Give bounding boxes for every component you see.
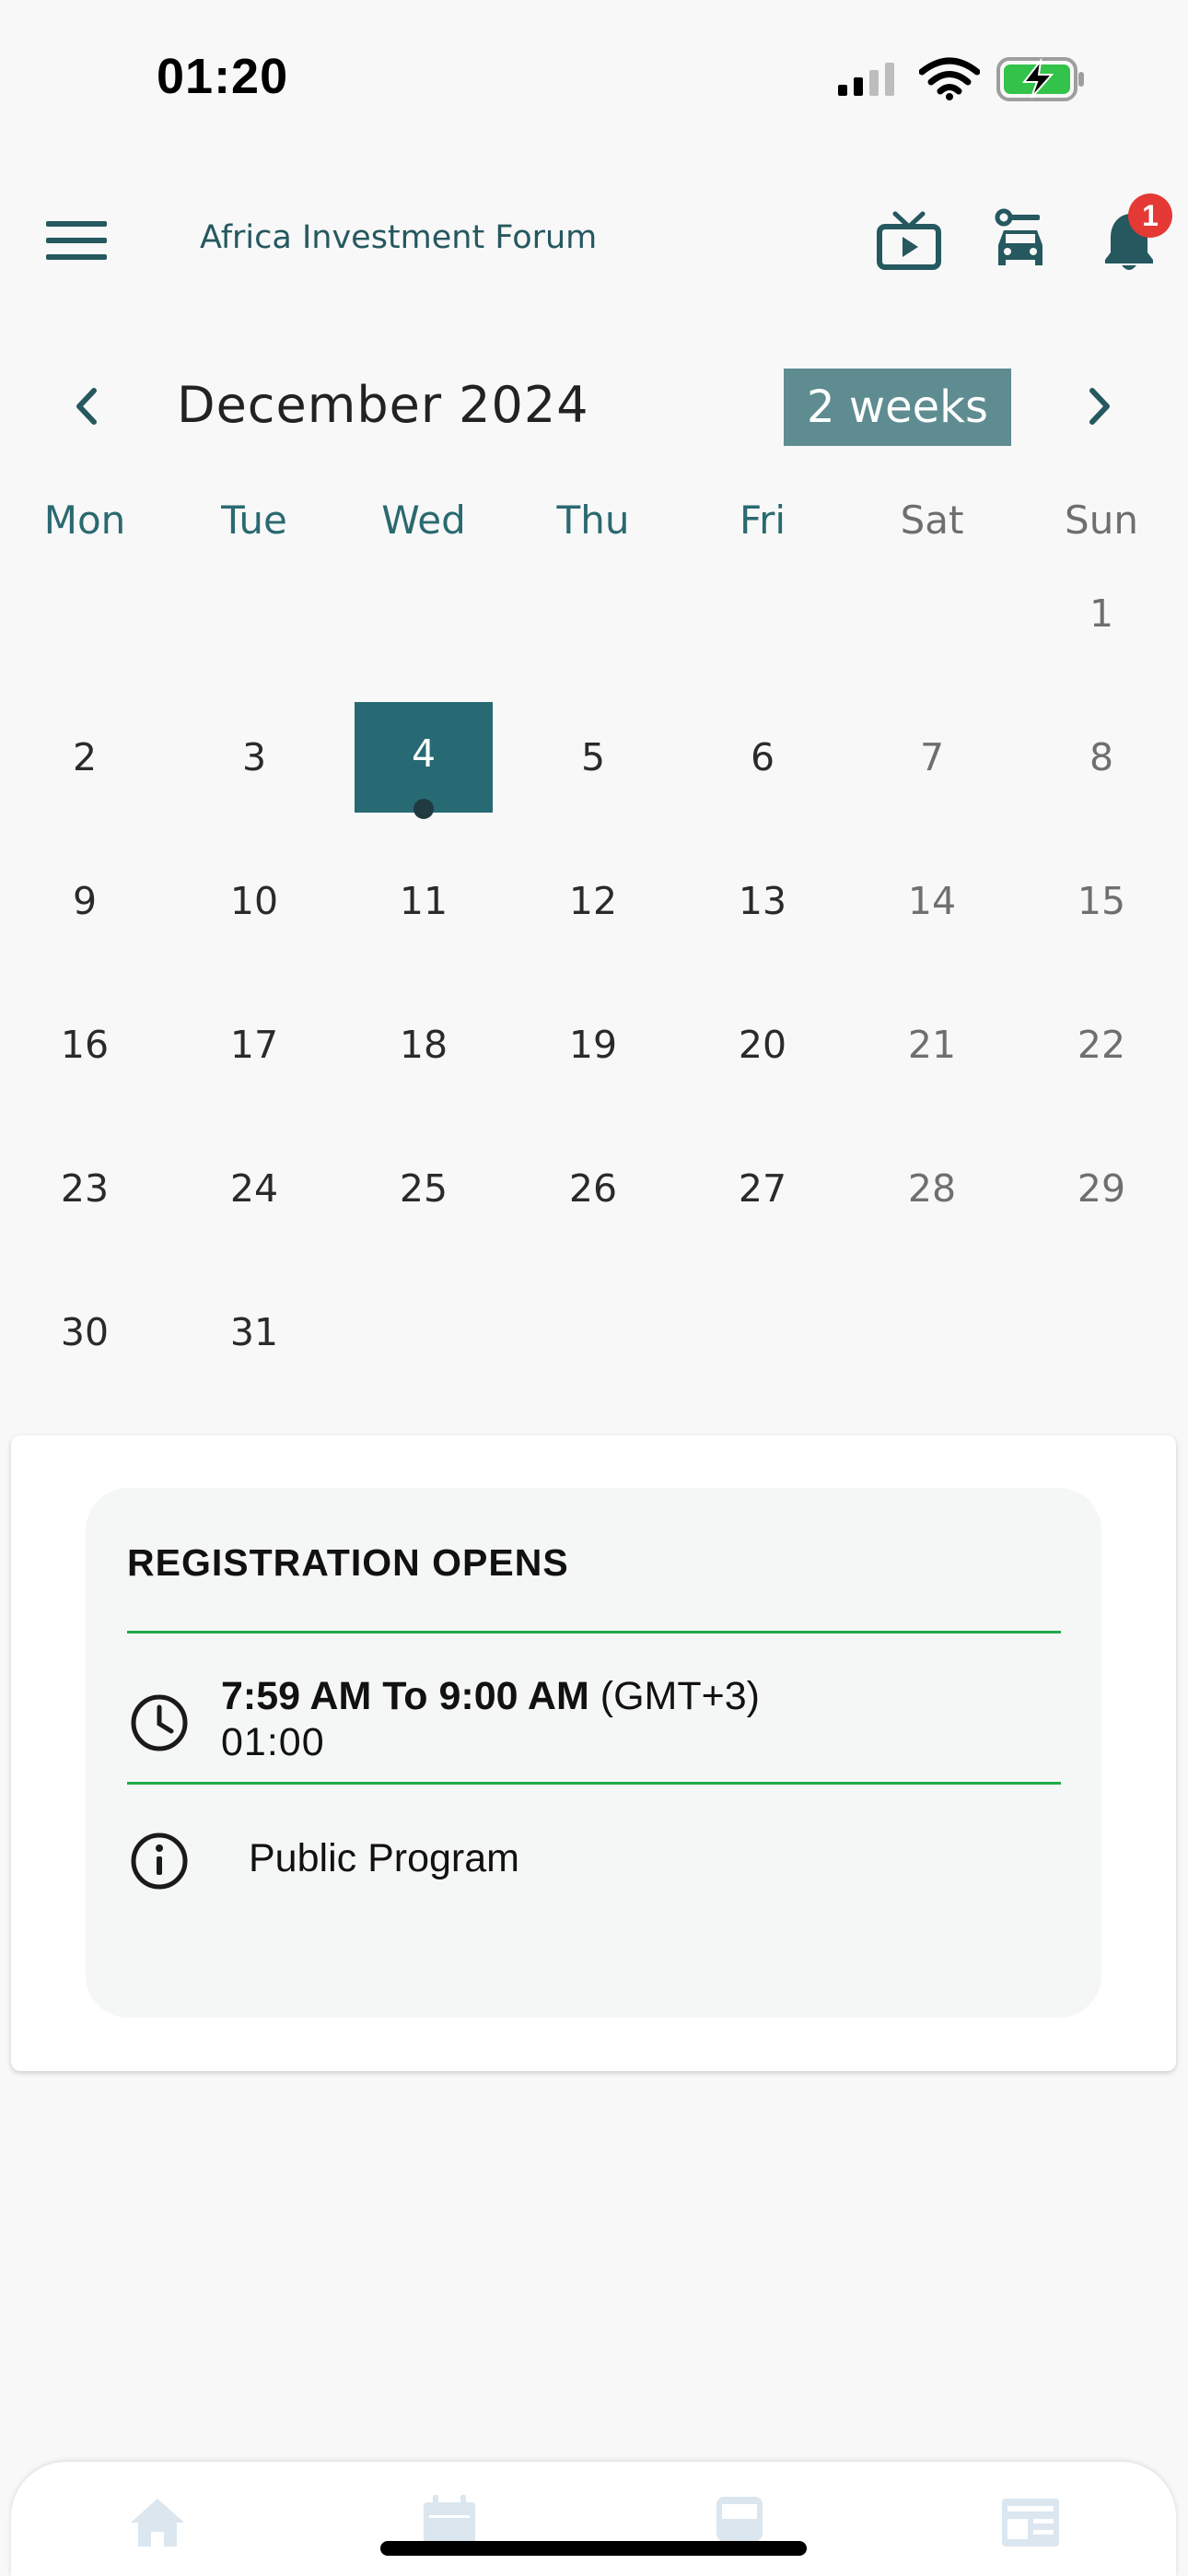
battery-charging-icon	[996, 57, 1087, 105]
nav-news-icon[interactable]	[1000, 2497, 1061, 2552]
calendar-day[interactable]: 13	[693, 846, 832, 956]
calendar-day[interactable]: 14	[863, 846, 1001, 956]
calendar-day[interactable]: 30	[16, 1277, 154, 1388]
calendar-day-label: 4	[411, 732, 437, 776]
calendar-day-label: 13	[738, 879, 787, 923]
next-month-icon[interactable]	[1085, 385, 1114, 431]
calendar-day[interactable]: 18	[355, 989, 493, 1100]
calendar-day[interactable]: 17	[185, 989, 323, 1100]
calendar-day-label: 6	[750, 735, 775, 779]
calendar-day-label: 24	[229, 1166, 279, 1211]
previous-month-icon[interactable]	[72, 385, 101, 431]
event-timezone: (GMT+3)	[600, 1674, 760, 1718]
calendar-day-label: 26	[568, 1166, 618, 1211]
calendar-day[interactable]: 5	[524, 702, 662, 813]
calendar-day[interactable]: 27	[693, 1133, 832, 1244]
weekday-label: Fri	[739, 498, 786, 543]
calendar-day-label: 21	[907, 1023, 957, 1067]
home-indicator	[380, 2541, 807, 2556]
calendar-day[interactable]: 2	[16, 702, 154, 813]
calendar-day-label: 10	[229, 879, 279, 923]
event-duration: 01:00	[221, 1720, 325, 1764]
calendar-day-label: 30	[60, 1310, 110, 1354]
calendar-day-label: 25	[399, 1166, 448, 1211]
range-toggle-button[interactable]: 2 weeks	[784, 369, 1011, 446]
calendar-day-label: 17	[229, 1023, 279, 1067]
calendar-day-label: 22	[1077, 1023, 1126, 1067]
calendar-day[interactable]: 15	[1032, 846, 1171, 956]
calendar-day[interactable]: 23	[16, 1133, 154, 1244]
calendar-day-label: 7	[919, 735, 945, 779]
calendar-day[interactable]: 19	[524, 989, 662, 1100]
calendar-day[interactable]: 29	[1032, 1133, 1171, 1244]
event-dot	[413, 799, 434, 819]
calendar-day[interactable]: 28	[863, 1133, 1001, 1244]
calendar-day[interactable]: 9	[16, 846, 154, 956]
info-icon	[129, 1831, 190, 1895]
calendar-day-label: 2	[72, 735, 98, 779]
calendar-day-label: 29	[1077, 1166, 1126, 1211]
calendar-day-label: 16	[60, 1023, 110, 1067]
calendar-day-label: 31	[229, 1310, 279, 1354]
calendar-day-label: 9	[72, 879, 98, 923]
calendar-day-label: 18	[399, 1023, 448, 1067]
calendar-day[interactable]: 1	[1032, 558, 1171, 669]
calendar-day[interactable]: 21	[863, 989, 1001, 1100]
car-icon[interactable]	[995, 208, 1046, 276]
weekday-label: Sun	[1065, 498, 1138, 543]
calendar-day-label: 12	[568, 879, 618, 923]
event-divider	[127, 1782, 1061, 1785]
calendar-day-selected[interactable]: 4	[355, 702, 493, 813]
calendar-day-label: 23	[60, 1166, 110, 1211]
calendar-day-label: 1	[1089, 591, 1114, 636]
month-label: December 2024	[177, 376, 589, 434]
event-category: Public Program	[249, 1836, 519, 1880]
weekday-label: Mon	[43, 498, 126, 543]
calendar-day-label: 3	[241, 735, 267, 779]
event-divider	[127, 1631, 1061, 1633]
wifi-icon	[918, 57, 981, 105]
calendar-day[interactable]: 12	[524, 846, 662, 956]
calendar-day[interactable]: 26	[524, 1133, 662, 1244]
weekday-label: Thu	[556, 498, 630, 543]
nav-home-icon[interactable]	[129, 2497, 186, 2550]
signal-icon	[836, 61, 901, 101]
calendar-day-label: 20	[738, 1023, 787, 1067]
calendar-day[interactable]: 7	[863, 702, 1001, 813]
clock-icon	[129, 1692, 190, 1757]
tv-icon[interactable]	[877, 210, 941, 275]
weekday-label: Tue	[221, 498, 287, 543]
calendar-day[interactable]: 11	[355, 846, 493, 956]
event-time: 7:59 AM To 9:00 AM (GMT+3)	[221, 1674, 760, 1719]
status-time: 01:20	[157, 49, 289, 104]
calendar-day[interactable]: 8	[1032, 702, 1171, 813]
notification-badge: 1	[1128, 193, 1172, 238]
calendar-day-label: 15	[1077, 879, 1126, 923]
calendar-day[interactable]: 25	[355, 1133, 493, 1244]
calendar-day[interactable]: 24	[185, 1133, 323, 1244]
calendar-day-label: 8	[1089, 735, 1114, 779]
event-title: REGISTRATION OPENS	[127, 1541, 569, 1584]
calendar-day[interactable]: 10	[185, 846, 323, 956]
calendar-day[interactable]: 20	[693, 989, 832, 1100]
weekday-label: Wed	[381, 498, 466, 543]
calendar-day[interactable]: 22	[1032, 989, 1171, 1100]
calendar-day-label: 14	[907, 879, 957, 923]
calendar-day[interactable]: 16	[16, 989, 154, 1100]
calendar-day-label: 11	[399, 879, 448, 923]
calendar-day-label: 28	[907, 1166, 957, 1211]
calendar-day-label: 5	[580, 735, 606, 779]
calendar-day-label: 19	[568, 1023, 618, 1067]
menu-icon[interactable]	[46, 219, 109, 265]
calendar-day-label: 27	[738, 1166, 787, 1211]
calendar-day[interactable]: 31	[185, 1277, 323, 1388]
calendar-day[interactable]: 6	[693, 702, 832, 813]
weekday-label: Sat	[900, 498, 964, 543]
event-time-range: 7:59 AM To 9:00 AM	[221, 1674, 589, 1718]
calendar-day[interactable]: 3	[185, 702, 323, 813]
app-title: Africa Investment Forum	[200, 219, 598, 256]
